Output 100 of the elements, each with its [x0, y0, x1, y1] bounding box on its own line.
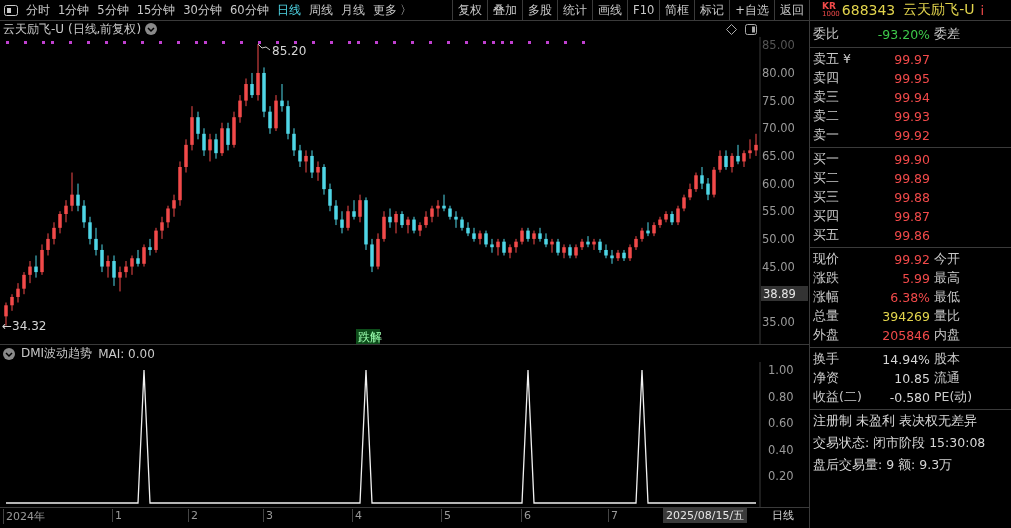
candle	[574, 243, 578, 259]
quote-value: 99.93	[893, 109, 930, 124]
quote-label: 外盘	[813, 327, 840, 344]
candle	[424, 210, 428, 229]
candle	[586, 235, 590, 248]
candle	[334, 199, 338, 226]
quote-label: 涨幅	[813, 289, 840, 306]
candle	[646, 221, 650, 237]
candle	[364, 196, 368, 251]
price-label: ←34.32	[2, 319, 47, 333]
quote-value: 99.87	[893, 209, 930, 224]
quote-label: 卖四	[813, 70, 840, 87]
axis-label: 45.00	[762, 259, 795, 274]
quote-value: 99.90	[893, 152, 930, 167]
candle	[70, 172, 74, 212]
period-tab[interactable]: 周线	[304, 2, 337, 18]
candle	[220, 122, 224, 157]
toolbar-button[interactable]: F10	[627, 0, 660, 20]
toolbar-button[interactable]: 多股	[522, 0, 558, 20]
candle	[118, 266, 122, 292]
axis-label: 85.00	[762, 38, 795, 53]
indicator-value: MAI: 0.00	[98, 346, 155, 361]
price-label: 85.20	[272, 44, 307, 58]
axis-label: 75.00	[762, 93, 795, 108]
candle	[310, 149, 314, 179]
candle	[544, 232, 548, 248]
panel-icon[interactable]	[745, 23, 757, 35]
quote-label: 最高	[933, 270, 961, 287]
stock-name: 云天励飞-U	[903, 1, 975, 19]
candle	[700, 166, 704, 190]
candle	[226, 122, 230, 151]
period-tab[interactable]: 30分钟	[179, 2, 226, 18]
candle	[580, 238, 584, 251]
candle	[196, 111, 200, 140]
toolbar-button[interactable]: 标记	[694, 0, 730, 20]
toolbar-button[interactable]: 复权	[452, 0, 488, 20]
candle	[388, 208, 392, 229]
candle	[88, 216, 92, 245]
candle	[604, 243, 608, 259]
period-tab[interactable]: 月线	[336, 2, 369, 18]
quote-label: 量比	[933, 308, 961, 325]
candle	[166, 205, 170, 229]
period-tab[interactable]: 分时	[22, 2, 54, 18]
candle	[208, 133, 212, 162]
candle	[82, 199, 86, 229]
candle	[694, 172, 698, 193]
toolbar-button[interactable]: 返回	[774, 0, 809, 20]
candle	[202, 127, 206, 157]
candle	[280, 83, 284, 113]
toolbar-button[interactable]: +自选	[729, 0, 774, 20]
candle	[340, 210, 344, 234]
panel-toggle-icon[interactable]	[4, 4, 18, 16]
toolbar-button[interactable]: 简框	[659, 0, 695, 20]
axis-label: 5	[441, 509, 451, 522]
candle	[658, 216, 662, 229]
candle	[190, 105, 194, 151]
candle	[562, 243, 566, 259]
candle	[730, 152, 734, 173]
diamond-icon[interactable]	[726, 23, 737, 35]
candle	[640, 227, 644, 243]
period-tab[interactable]: 1分钟	[54, 2, 94, 18]
candle	[40, 243, 44, 276]
period-tab[interactable]: 5分钟	[93, 2, 133, 18]
candle	[400, 210, 404, 229]
candle	[352, 199, 356, 221]
quote-label: PE(动)	[933, 389, 974, 406]
candle	[484, 230, 488, 248]
more-menu[interactable]: 更多 〉	[368, 2, 417, 18]
chevron-down-icon[interactable]	[3, 347, 15, 360]
toolbar-button[interactable]: 叠加	[487, 0, 523, 20]
quote-label: 卖二	[813, 108, 840, 125]
candle	[358, 194, 362, 223]
info-link[interactable]: i	[980, 2, 985, 18]
quote-label: 涨跌	[813, 270, 840, 287]
candle	[274, 94, 278, 132]
period-tab[interactable]: 15分钟	[132, 2, 180, 18]
quote-label: 收益(二)	[813, 389, 863, 406]
quote-label: 买二	[813, 170, 840, 187]
candle	[460, 216, 464, 232]
candle	[628, 243, 632, 262]
candle	[736, 144, 740, 165]
toolbar-button[interactable]: 统计	[557, 0, 593, 20]
quote-value: 99.92	[893, 252, 930, 267]
candle	[496, 238, 500, 256]
candle	[514, 238, 518, 254]
candle	[124, 260, 128, 279]
quote-value: 14.94%	[881, 352, 930, 367]
status-text: 盘后交易量: 9 额: 9.3万	[812, 455, 954, 474]
period-tab[interactable]: 60分钟	[225, 2, 273, 18]
status-text: 交易状态: 闭市阶段 15:30:08	[812, 433, 987, 452]
axis-label: 0.40	[768, 442, 794, 457]
quote-value: 99.89	[893, 171, 930, 186]
period-tab[interactable]: 日线	[272, 2, 305, 18]
chevron-down-icon[interactable]	[145, 23, 158, 35]
quote-label: 卖一	[813, 127, 840, 144]
quote-label: 内盘	[933, 327, 961, 344]
candle	[478, 230, 482, 245]
toolbar-button[interactable]: 画线	[592, 0, 628, 20]
candle	[508, 243, 512, 259]
candle	[382, 210, 386, 243]
